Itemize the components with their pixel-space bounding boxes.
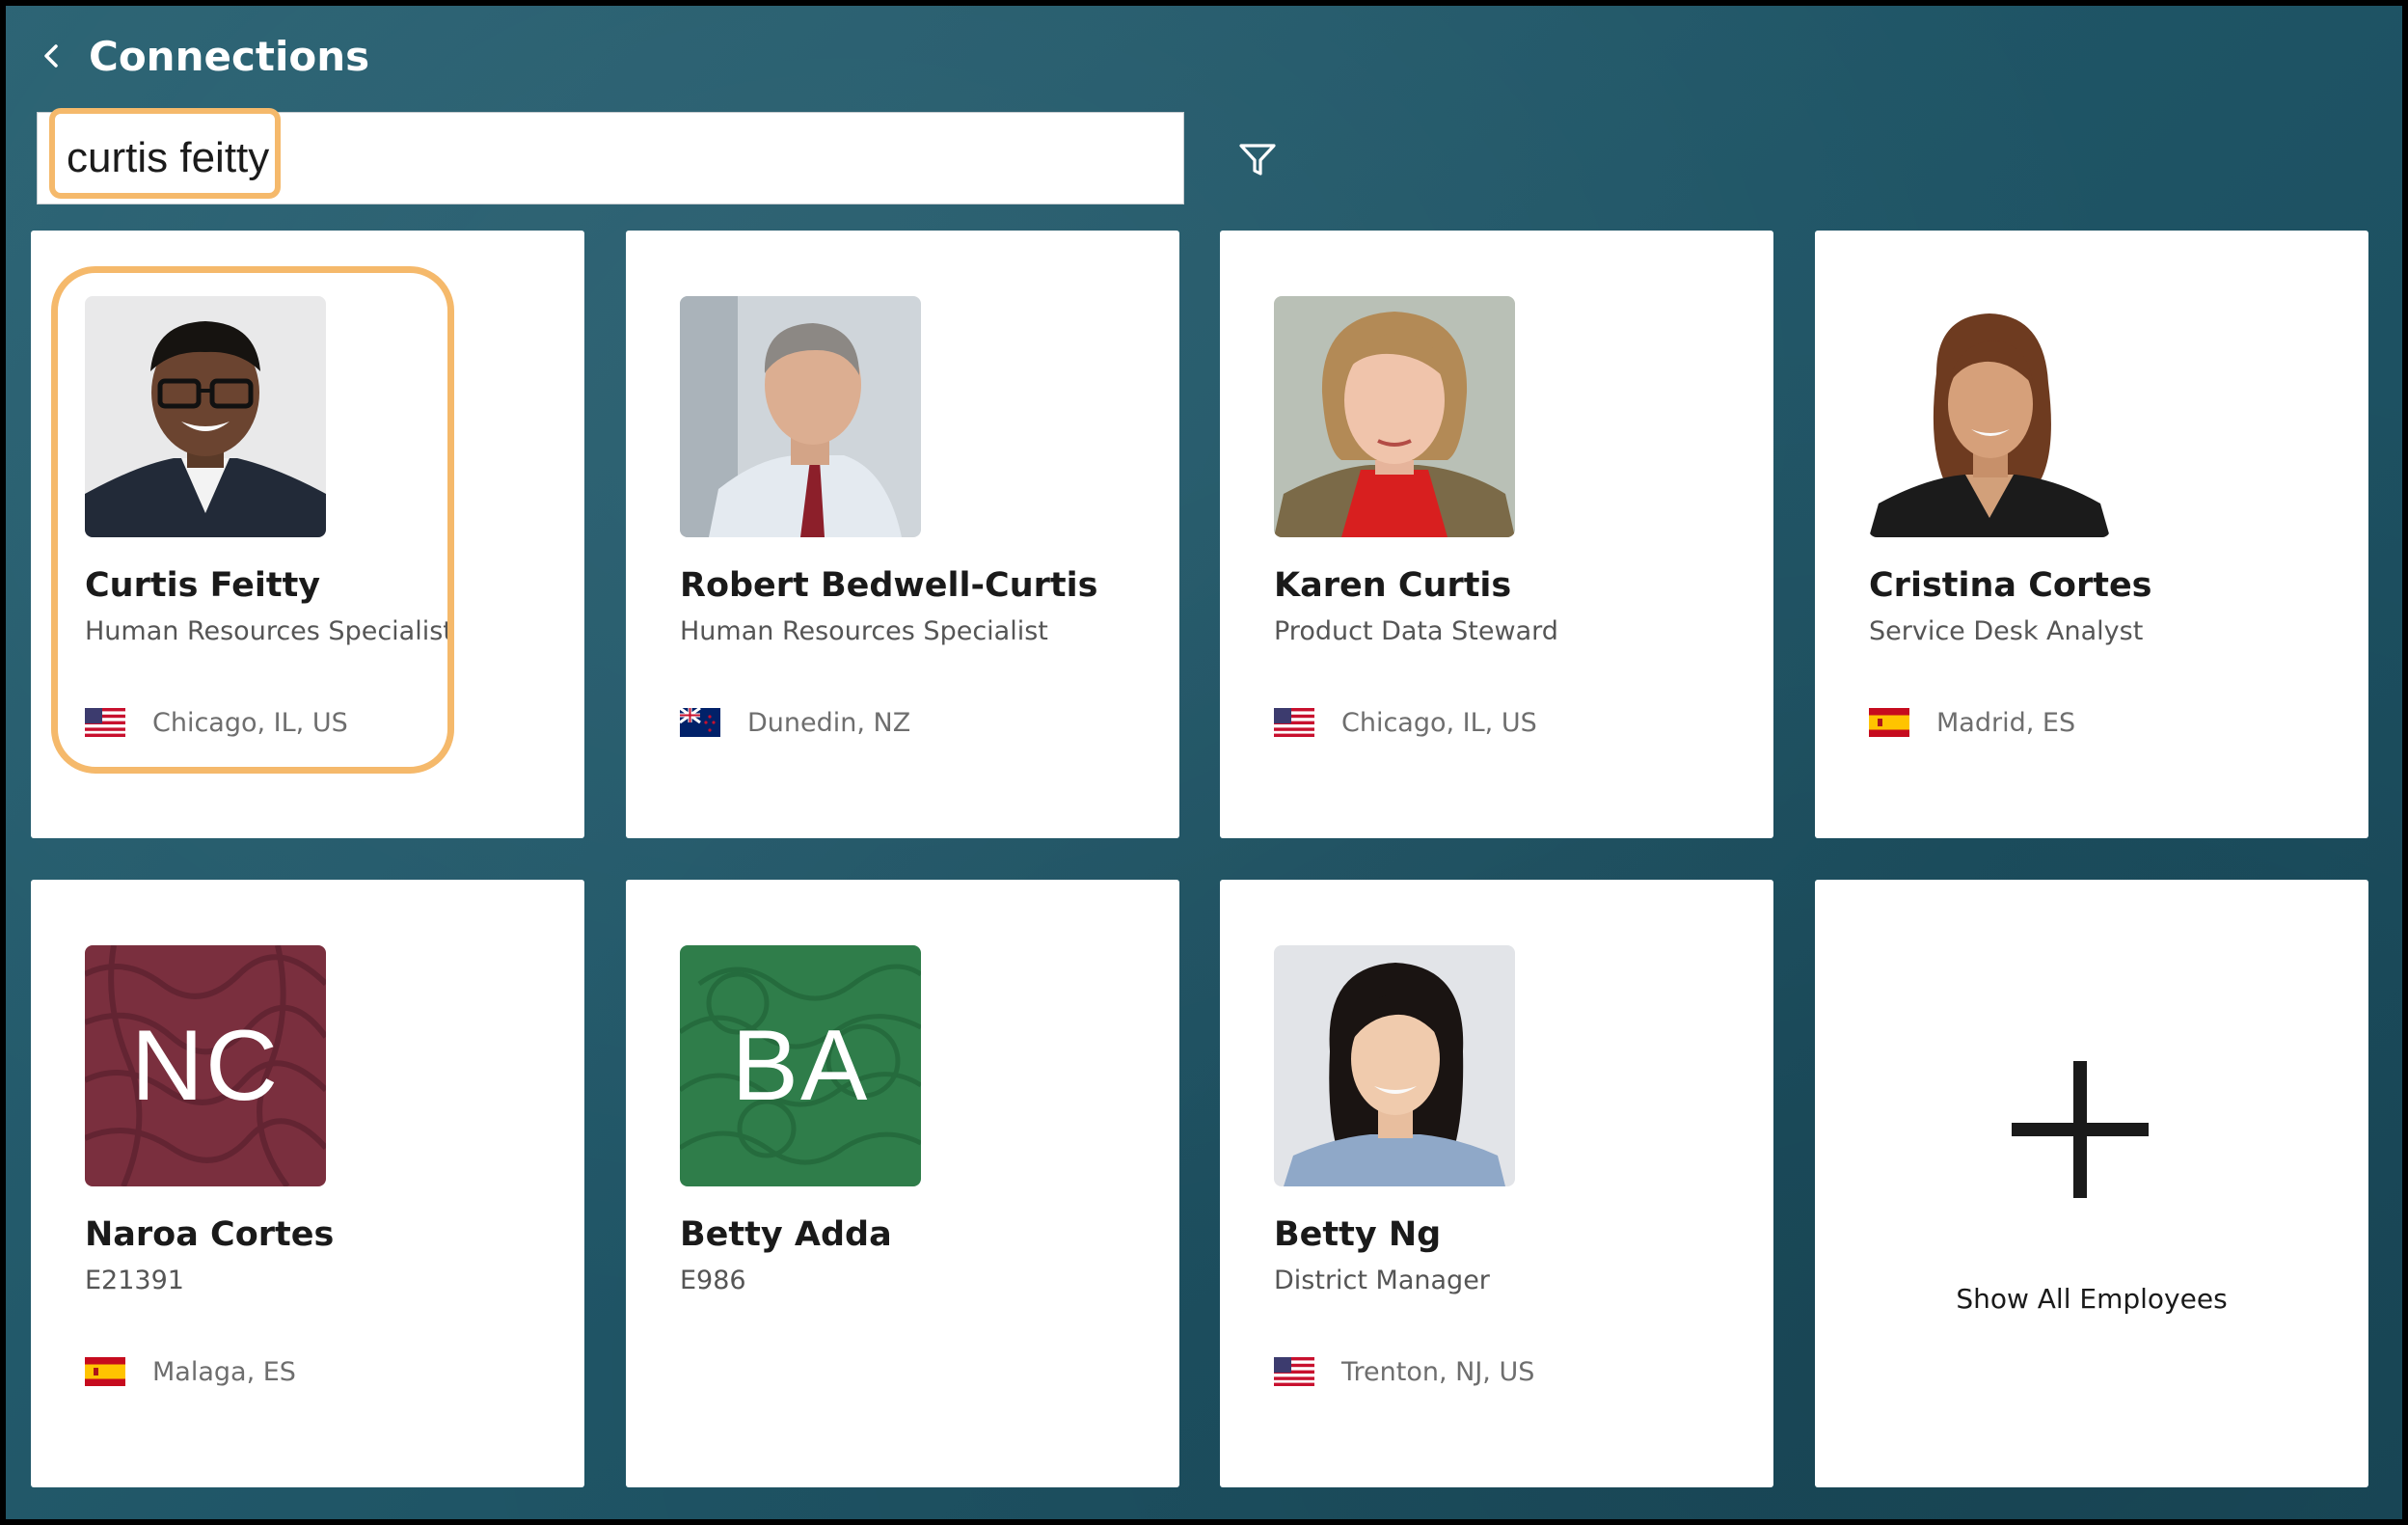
location-text: Trenton, NJ, US — [1341, 1356, 1535, 1387]
person-card[interactable]: BA Betty Adda E986 — [626, 880, 1179, 1487]
person-card[interactable]: Karen Curtis Product Data Steward Chicag… — [1220, 231, 1773, 838]
person-card[interactable]: Robert Bedwell-Curtis Human Resources Sp… — [626, 231, 1179, 838]
filter-button[interactable] — [1231, 135, 1285, 185]
person-title: Product Data Steward — [1274, 616, 1558, 646]
us-flag-icon — [85, 708, 125, 737]
avatar: BA — [680, 945, 921, 1186]
person-name: Betty Ng — [1274, 1215, 1442, 1254]
person-title: Service Desk Analyst — [1869, 616, 2144, 646]
person-name: Naroa Cortes — [85, 1215, 335, 1254]
us-flag-icon — [1274, 708, 1314, 737]
person-title: Human Resources Specialist — [680, 616, 1048, 646]
person-title: Human Resources Specialist — [85, 616, 453, 646]
person-location: Madrid, ES — [1869, 703, 2075, 742]
person-name: Karen Curtis — [1274, 566, 1512, 605]
avatar — [1869, 296, 2110, 537]
avatar — [680, 296, 921, 537]
show-all-content: Show All Employees — [1815, 880, 2368, 1487]
person-card[interactable]: NC Naroa Cortes E21391 Malaga, ES — [31, 880, 584, 1487]
nz-flag-icon — [680, 708, 720, 737]
person-title: District Manager — [1274, 1266, 1490, 1295]
person-name: Betty Adda — [680, 1215, 892, 1254]
person-name: Cristina Cortes — [1869, 566, 2152, 605]
location-text: Dunedin, NZ — [747, 707, 911, 738]
filter-icon — [1239, 144, 1276, 176]
location-text: Chicago, IL, US — [1341, 707, 1537, 738]
search-input[interactable] — [57, 113, 1166, 204]
person-card[interactable]: Betty Ng District Manager Trenton, NJ, U… — [1220, 880, 1773, 1487]
location-text: Chicago, IL, US — [152, 707, 348, 738]
page-title: Connections — [89, 32, 370, 80]
us-flag-icon — [1274, 1357, 1314, 1386]
person-location: Chicago, IL, US — [1274, 703, 1537, 742]
avatar — [1274, 296, 1515, 537]
person-card[interactable]: Cristina Cortes Service Desk Analyst Mad… — [1815, 231, 2368, 838]
avatar — [85, 296, 326, 537]
plus-icon — [2012, 1061, 2149, 1198]
avatar — [1274, 945, 1515, 1186]
location-text: Madrid, ES — [1936, 707, 2076, 738]
page-header: Connections — [41, 27, 369, 85]
chevron-left-icon — [44, 44, 58, 68]
connections-page: Connections Curtis Feitty — [0, 0, 2408, 1525]
back-button[interactable] — [41, 27, 79, 85]
search-box — [37, 112, 1184, 204]
es-flag-icon — [85, 1357, 125, 1386]
person-title: E21391 — [85, 1266, 184, 1295]
person-location: Trenton, NJ, US — [1274, 1352, 1534, 1391]
person-location: Chicago, IL, US — [85, 703, 348, 742]
avatar-initials: BA — [731, 1009, 870, 1122]
avatar: NC — [85, 945, 326, 1186]
person-name: Curtis Feitty — [85, 566, 321, 605]
es-flag-icon — [1869, 708, 1909, 737]
person-name: Robert Bedwell-Curtis — [680, 566, 1098, 605]
show-all-label: Show All Employees — [1956, 1283, 2228, 1315]
person-title: E986 — [680, 1266, 746, 1295]
person-card[interactable]: Curtis Feitty Human Resources Specialist… — [31, 231, 584, 838]
avatar-initials: NC — [130, 1009, 281, 1122]
show-all-employees-button[interactable]: Show All Employees — [1815, 880, 2368, 1487]
location-text: Malaga, ES — [152, 1356, 296, 1387]
person-location: Malaga, ES — [85, 1352, 296, 1391]
person-location: Dunedin, NZ — [680, 703, 910, 742]
